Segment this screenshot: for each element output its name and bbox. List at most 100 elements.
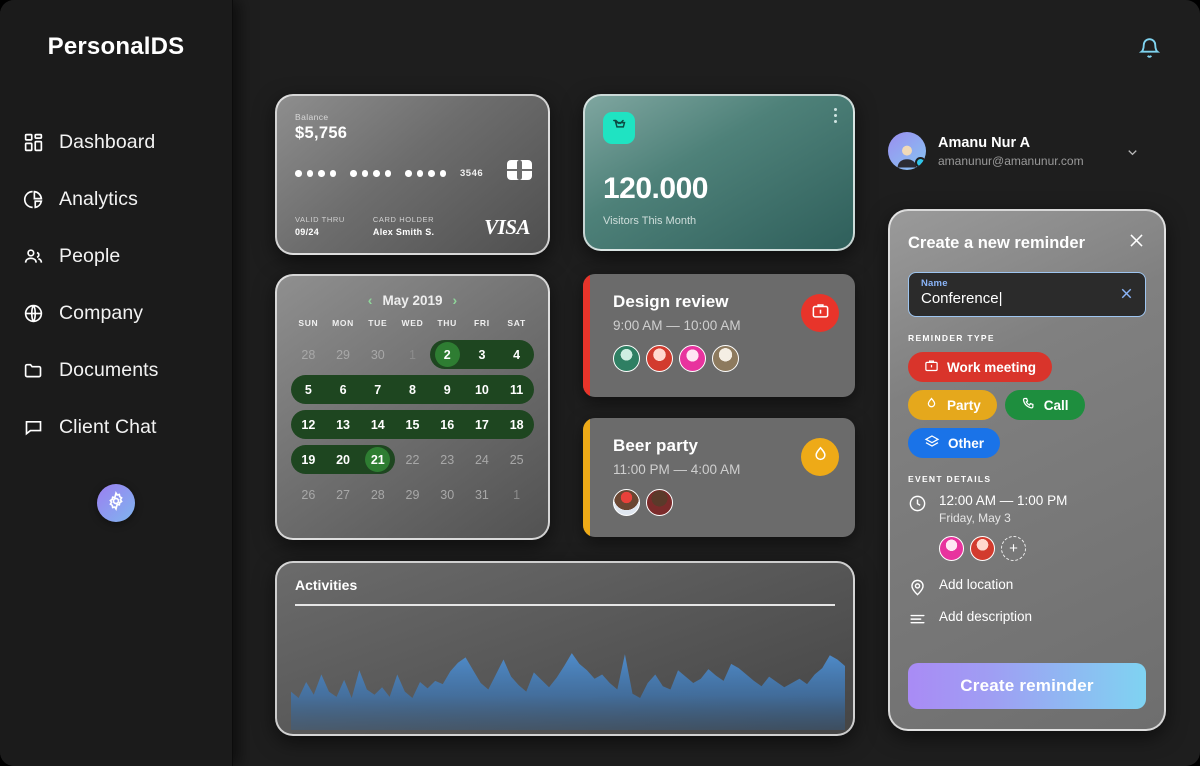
calendar-day[interactable]: 14 bbox=[360, 418, 395, 432]
calendar-day[interactable]: 28 bbox=[291, 348, 326, 362]
avatar[interactable] bbox=[939, 536, 964, 561]
avatar[interactable] bbox=[613, 345, 640, 372]
calendar-day[interactable]: 8 bbox=[395, 383, 430, 397]
calendar-day[interactable]: 27 bbox=[326, 488, 361, 502]
people-icon bbox=[22, 245, 45, 268]
event-time-row[interactable]: 12:00 AM — 1:00 PM Friday, May 3 bbox=[908, 493, 1146, 525]
avatar[interactable] bbox=[613, 489, 640, 516]
phone-icon bbox=[1021, 396, 1036, 414]
sidebar-nav: Dashboard Analytics People Company Docum… bbox=[0, 114, 232, 456]
event-details-label: EVENT DETAILS bbox=[908, 474, 992, 484]
settings-button[interactable] bbox=[97, 484, 135, 522]
card-menu-button[interactable] bbox=[834, 108, 837, 126]
calendar-day[interactable]: 22 bbox=[395, 453, 430, 467]
calendar-day[interactable]: 16 bbox=[430, 418, 465, 432]
calendar-day[interactable]: 3 bbox=[465, 348, 500, 362]
avatar[interactable] bbox=[679, 345, 706, 372]
close-icon[interactable] bbox=[1127, 231, 1146, 255]
calendar-day[interactable]: 31 bbox=[465, 488, 500, 502]
calendar-day[interactable]: 13 bbox=[326, 418, 361, 432]
more-vertical-icon bbox=[834, 108, 837, 111]
avatar[interactable] bbox=[646, 489, 673, 516]
event-card-design-review[interactable]: Design review 9:00 AM — 10:00 AM bbox=[583, 274, 855, 397]
card-number-mask bbox=[350, 170, 391, 177]
chip-label: Call bbox=[1043, 397, 1069, 413]
sidebar-item-dashboard[interactable]: Dashboard bbox=[0, 114, 232, 171]
calendar-day[interactable]: 24 bbox=[465, 453, 500, 467]
chevron-down-icon[interactable] bbox=[1125, 145, 1140, 165]
avatar[interactable] bbox=[712, 345, 739, 372]
add-location-row[interactable]: Add location bbox=[908, 577, 1146, 597]
reminder-type-party[interactable]: Party bbox=[908, 390, 997, 420]
reminder-type-call[interactable]: Call bbox=[1004, 390, 1085, 420]
calendar-week-row: 28 29 30 1 2 3 4 bbox=[291, 337, 534, 372]
reminder-type-options: Work meeting Party Call Other bbox=[908, 352, 1146, 458]
add-description-label: Add description bbox=[939, 609, 1033, 624]
calendar-day[interactable]: 18 bbox=[499, 418, 534, 432]
card-holder-value: Alex Smith S. bbox=[372, 227, 435, 237]
sidebar-item-label: Company bbox=[59, 302, 144, 324]
calendar-day[interactable]: 30 bbox=[360, 348, 395, 362]
reminder-type-other[interactable]: Other bbox=[908, 428, 1001, 458]
credit-card[interactable]: Balance $5,756 3546 VALID THRU 09/24 CAR… bbox=[275, 94, 550, 255]
calendar-week-row: 5 6 7 8 9 10 11 bbox=[291, 372, 534, 407]
notifications-button[interactable] bbox=[1137, 36, 1162, 66]
avatar[interactable] bbox=[646, 345, 673, 372]
chip-label: Party bbox=[947, 397, 981, 413]
calendar-day[interactable]: 9 bbox=[430, 383, 465, 397]
sidebar-item-client-chat[interactable]: Client Chat bbox=[0, 399, 232, 456]
chevron-left-icon[interactable]: ‹ bbox=[368, 292, 373, 308]
calendar-dow: TUE bbox=[368, 318, 388, 328]
create-reminder-panel: Create a new reminder Name Conference| R… bbox=[888, 209, 1166, 731]
create-reminder-button[interactable]: Create reminder bbox=[908, 663, 1146, 709]
reminder-name-field[interactable]: Name Conference| bbox=[908, 272, 1146, 317]
event-type-badge bbox=[801, 438, 839, 476]
calendar-day[interactable]: 10 bbox=[465, 383, 500, 397]
reminder-type-work-meeting[interactable]: Work meeting bbox=[908, 352, 1053, 382]
reminder-name-input[interactable]: Conference| bbox=[921, 290, 1133, 307]
status-badge bbox=[915, 157, 926, 168]
event-accent-bar bbox=[583, 418, 590, 537]
calendar-day[interactable]: 17 bbox=[465, 418, 500, 432]
add-description-row[interactable]: Add description bbox=[908, 609, 1146, 629]
calendar-day[interactable]: 23 bbox=[430, 453, 465, 467]
clear-icon[interactable] bbox=[1118, 285, 1135, 307]
user-email: amanunur@amanunur.com bbox=[938, 153, 1084, 168]
calendar-day[interactable]: 1 bbox=[499, 488, 534, 502]
calendar-day[interactable]: 29 bbox=[395, 488, 430, 502]
calendar-day[interactable]: 1 bbox=[395, 348, 430, 362]
calendar-day[interactable]: 5 bbox=[291, 383, 326, 397]
calendar-day-range-start[interactable]: 2 bbox=[430, 342, 465, 367]
calendar-dow-row: SUN MON TUE WED THU FRI SAT bbox=[291, 318, 534, 337]
activities-card: Activities bbox=[275, 561, 855, 736]
user-name: Amanu Nur A bbox=[938, 134, 1031, 151]
description-icon bbox=[908, 610, 927, 629]
calendar-day[interactable]: 28 bbox=[360, 488, 395, 502]
add-attendee-button[interactable]: + bbox=[1001, 536, 1026, 561]
sidebar-item-company[interactable]: Company bbox=[0, 285, 232, 342]
avatar bbox=[888, 132, 926, 170]
calendar-day[interactable]: 20 bbox=[326, 453, 361, 467]
calendar-day[interactable]: 11 bbox=[499, 383, 534, 397]
calendar-day[interactable]: 30 bbox=[430, 488, 465, 502]
clock-icon bbox=[908, 494, 927, 513]
calendar-day[interactable]: 4 bbox=[499, 348, 534, 362]
calendar-day[interactable]: 29 bbox=[326, 348, 361, 362]
chevron-right-icon[interactable]: › bbox=[453, 292, 458, 308]
calendar-day[interactable]: 12 bbox=[291, 418, 326, 432]
calendar-day-range-end[interactable]: 21 bbox=[360, 447, 395, 472]
calendar-day[interactable]: 15 bbox=[395, 418, 430, 432]
calendar-day[interactable]: 6 bbox=[326, 383, 361, 397]
calendar-day[interactable]: 7 bbox=[360, 383, 395, 397]
calendar-day[interactable]: 25 bbox=[499, 453, 534, 467]
sidebar-item-documents[interactable]: Documents bbox=[0, 342, 232, 399]
visitors-card[interactable]: 120.000 Visitors This Month bbox=[583, 94, 855, 251]
calendar-day[interactable]: 19 bbox=[291, 453, 326, 467]
sidebar-item-people[interactable]: People bbox=[0, 228, 232, 285]
avatar[interactable] bbox=[970, 536, 995, 561]
calendar-day[interactable]: 26 bbox=[291, 488, 326, 502]
user-profile[interactable]: Amanu Nur A amanunur@amanunur.com bbox=[888, 123, 1150, 179]
event-card-beer-party[interactable]: Beer party 11:00 PM — 4:00 AM bbox=[583, 418, 855, 537]
sidebar-item-analytics[interactable]: Analytics bbox=[0, 171, 232, 228]
reminder-name-label: Name bbox=[921, 278, 948, 289]
